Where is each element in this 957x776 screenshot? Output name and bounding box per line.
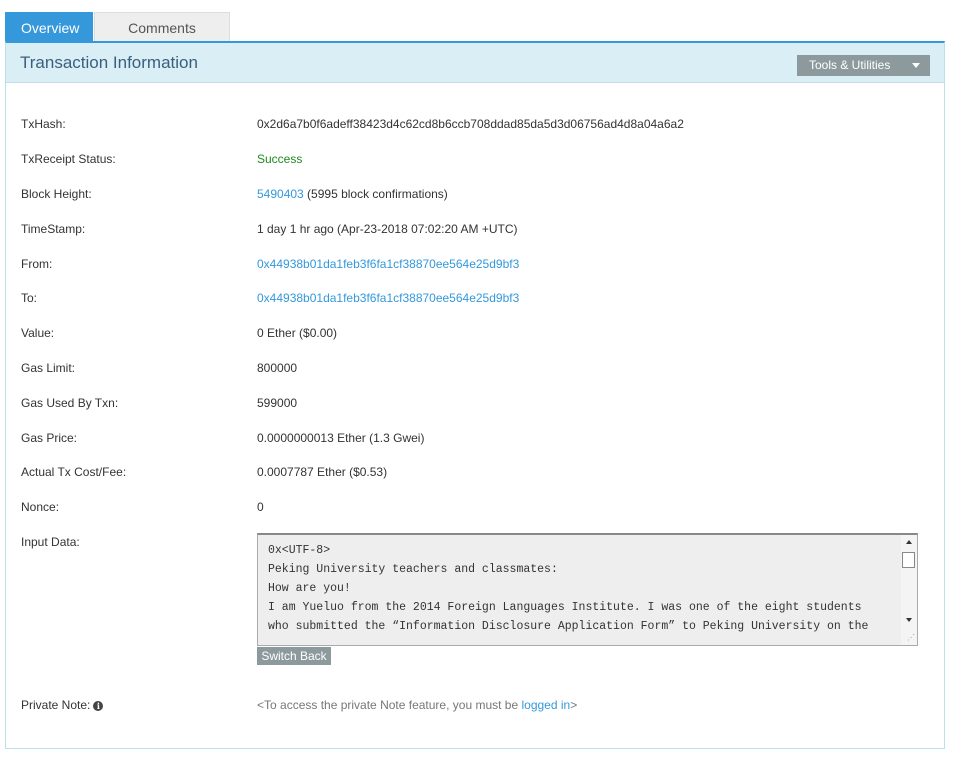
gas-price-value: 0.0000000013 Ether (1.3 Gwei) [257,431,425,445]
status-label: TxReceipt Status: [21,152,116,166]
from-row: From: 0x44938b01da1feb3f6fa1cf38870ee564… [21,254,921,274]
switch-back-button[interactable]: Switch Back [257,647,331,665]
private-note-label-wrap: Private Note: i [21,695,104,715]
input-data-textarea[interactable]: 0x<UTF-8> Peking University teachers and… [257,533,918,646]
status-value: Success [257,152,303,166]
scroll-up-icon[interactable] [906,540,912,544]
gas-used-value: 599000 [257,396,298,410]
transaction-panel: Transaction Information Tools & Utilitie… [5,41,945,749]
tx-fee-row: Actual Tx Cost/Fee: 0.0007787 Ether ($0.… [21,462,921,482]
to-label: To: [21,291,38,305]
panel-title: Transaction Information [20,53,198,72]
from-address-link[interactable]: 0x44938b01da1feb3f6fa1cf38870ee564e25d9b… [257,254,519,274]
from-label: From: [21,257,53,271]
input-data-label: Input Data: [21,535,80,549]
input-data-line: How are you! [268,582,351,595]
gas-used-label: Gas Used By Txn: [21,396,119,410]
input-data-line: Peking University teachers and classmate… [268,563,558,576]
block-confirmations: (5995 block confirmations) [303,187,448,201]
input-data-line: 0x<UTF-8> [268,544,331,557]
tools-utilities-button[interactable]: Tools & Utilities [797,55,930,76]
nonce-row: Nonce: 0 [21,497,921,517]
timestamp-row: TimeStamp: 1 day 1 hr ago (Apr-23-2018 0… [21,219,921,239]
gas-limit-row: Gas Limit: 800000 [21,358,921,378]
value-amount: 0 Ether ($0.00) [257,326,338,340]
status-row: TxReceipt Status: Success [21,149,921,169]
gas-price-row: Gas Price: 0.0000000013 Ether (1.3 Gwei) [21,428,921,448]
tab-overview[interactable]: Overview [5,12,93,42]
private-note-suffix: > [570,698,578,712]
panel-header: Transaction Information Tools & Utilitie… [6,43,944,83]
tx-fee-value: 0.0007787 Ether ($0.53) [257,465,388,479]
to-address-link[interactable]: 0x44938b01da1feb3f6fa1cf38870ee564e25d9b… [257,288,519,308]
timestamp-label: TimeStamp: [21,222,86,236]
private-note-message: <To access the private Note feature, you… [257,695,577,715]
gas-used-row: Gas Used By Txn: 599000 [21,393,921,413]
input-data-line: I am Yueluo from the 2014 Foreign Langua… [268,601,862,614]
tx-fee-label: Actual Tx Cost/Fee: [21,465,127,479]
scrollbar-thumb[interactable] [902,552,915,568]
logged-in-link[interactable]: logged in [521,698,570,712]
input-data-line: who submitted the “Information Disclosur… [268,620,869,633]
gas-limit-value: 800000 [257,361,298,375]
tab-bar: Overview Comments (152) [5,12,230,66]
timestamp-value: 1 day 1 hr ago (Apr-23-2018 07:02:20 AM … [257,222,518,236]
gas-limit-label: Gas Limit: [21,361,76,375]
block-height-value: 5490403 (5995 block confirmations) [257,184,448,204]
caret-down-icon [912,63,920,68]
block-height-label: Block Height: [21,187,92,201]
block-height-link[interactable]: 5490403 [257,187,304,201]
gas-price-label: Gas Price: [21,431,78,445]
txhash-row: TxHash: 0x2d6a7b0f6adeff38423d4c62cd8b6c… [21,114,921,134]
tools-utilities-label: Tools & Utilities [809,58,891,72]
value-label: Value: [21,326,55,340]
txhash-value: 0x2d6a7b0f6adeff38423d4c62cd8b6ccb708dda… [257,117,684,131]
nonce-label: Nonce: [21,500,60,514]
tab-comments[interactable]: Comments (152) [94,12,230,66]
private-note-prefix: <To access the private Note feature, you… [257,698,522,712]
private-note-row: Private Note: i <To access the private No… [21,695,921,715]
info-icon[interactable]: i [93,700,104,711]
scroll-down-icon[interactable] [906,618,912,622]
textarea-scrollbar[interactable] [901,535,917,645]
txhash-label: TxHash: [21,117,66,131]
to-row: To: 0x44938b01da1feb3f6fa1cf38870ee564e2… [21,288,921,308]
value-row: Value: 0 Ether ($0.00) [21,323,921,343]
block-height-row: Block Height: 5490403 (5995 block confir… [21,184,921,204]
private-note-label: Private Note: [21,698,91,712]
nonce-value: 0 [257,500,264,514]
resize-grip-icon[interactable]: ⋰ [907,635,915,643]
